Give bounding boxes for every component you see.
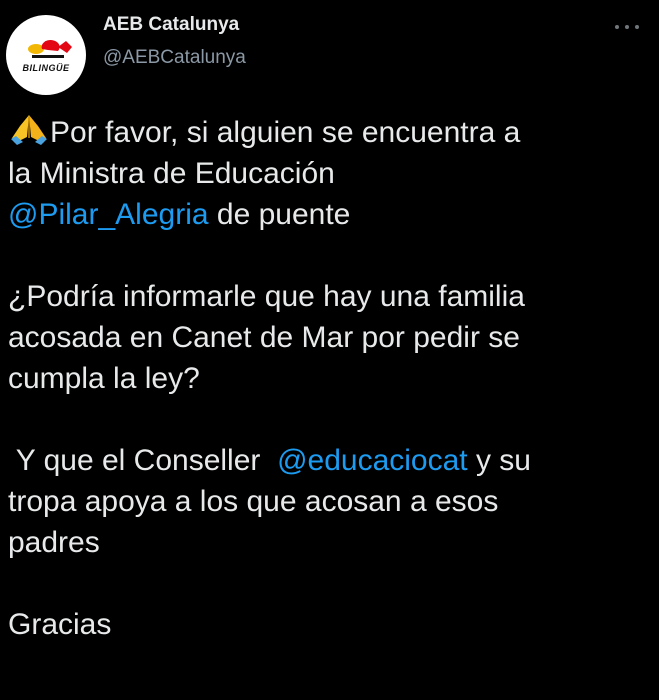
folded-hands-emoji-icon [11, 115, 47, 145]
tweet-line-9: padres [8, 526, 100, 559]
tweet-line-6: cumpla la ley? [8, 362, 200, 395]
tweet-text: Por favor, si alguien se encuentra a la … [8, 112, 653, 645]
tweet-line-8: tropa apoya a los que acosan a esos [8, 485, 499, 518]
tweet-line-5: acosada en Canet de Mar por pedir se [8, 321, 520, 354]
more-options-icon[interactable] [614, 22, 640, 32]
mention-educaciocat[interactable]: @educaciocat [277, 444, 468, 477]
tweet-line-7-post: y su [467, 444, 531, 477]
tweet-line-4: ¿Podría informarle que hay una familia [8, 280, 525, 313]
tweet-line: Por favor, si alguien se encuentra a [8, 112, 653, 153]
author-handle[interactable]: @AEBCatalunya [103, 47, 246, 69]
tweet-line-3-rest: de puente [208, 198, 351, 231]
mention-pilar-alegria[interactable]: @Pilar_Alegria [8, 198, 209, 231]
avatar[interactable]: BILINGÜE [6, 15, 86, 95]
tweet-line: @Pilar_Alegria de puente [8, 194, 653, 235]
tweet-line-7-pre: Y que el Conseller [8, 444, 278, 477]
aeb-logo-icon [28, 39, 72, 58]
author-display-name[interactable]: AEB Catalunya [103, 14, 239, 36]
tweet-line-1: Por favor, si alguien se encuentra a [50, 116, 521, 149]
tweet-line-10: Gracias [8, 608, 112, 641]
tweet-line-2: la Ministra de Educación [8, 157, 335, 190]
tweet-line: Y que el Conseller @educaciocat y su [8, 440, 653, 481]
tweet-header: BILINGÜE AEB Catalunya @AEBCatalunya [0, 0, 659, 95]
avatar-logo-text: BILINGÜE [22, 63, 70, 73]
